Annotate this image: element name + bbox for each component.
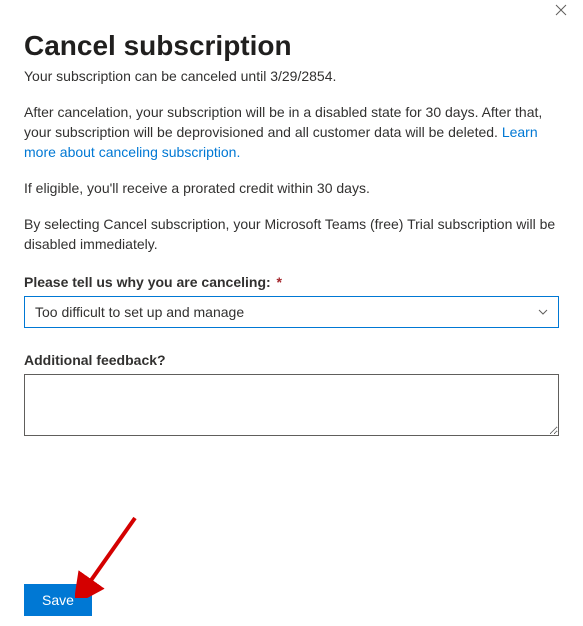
prorated-credit-text: If eligible, you'll receive a prorated c… <box>24 178 559 198</box>
page-title: Cancel subscription <box>24 30 559 62</box>
required-asterisk: * <box>277 274 282 290</box>
feedback-label: Additional feedback? <box>24 352 559 368</box>
reason-label: Please tell us why you are canceling: * <box>24 274 559 290</box>
reason-label-text: Please tell us why you are canceling: <box>24 274 271 290</box>
save-button[interactable]: Save <box>24 584 92 616</box>
reason-selected-value: Too difficult to set up and manage <box>35 304 244 320</box>
close-icon <box>555 3 567 20</box>
cancelation-info-text: After cancelation, your subscription wil… <box>24 104 542 140</box>
immediate-disable-text: By selecting Cancel subscription, your M… <box>24 214 559 254</box>
reason-select[interactable]: Too difficult to set up and manage <box>24 296 559 328</box>
close-button[interactable] <box>551 0 571 24</box>
feedback-textarea[interactable] <box>24 374 559 436</box>
cancel-deadline-text: Your subscription can be canceled until … <box>24 68 559 84</box>
cancelation-info-paragraph: After cancelation, your subscription wil… <box>24 102 559 162</box>
